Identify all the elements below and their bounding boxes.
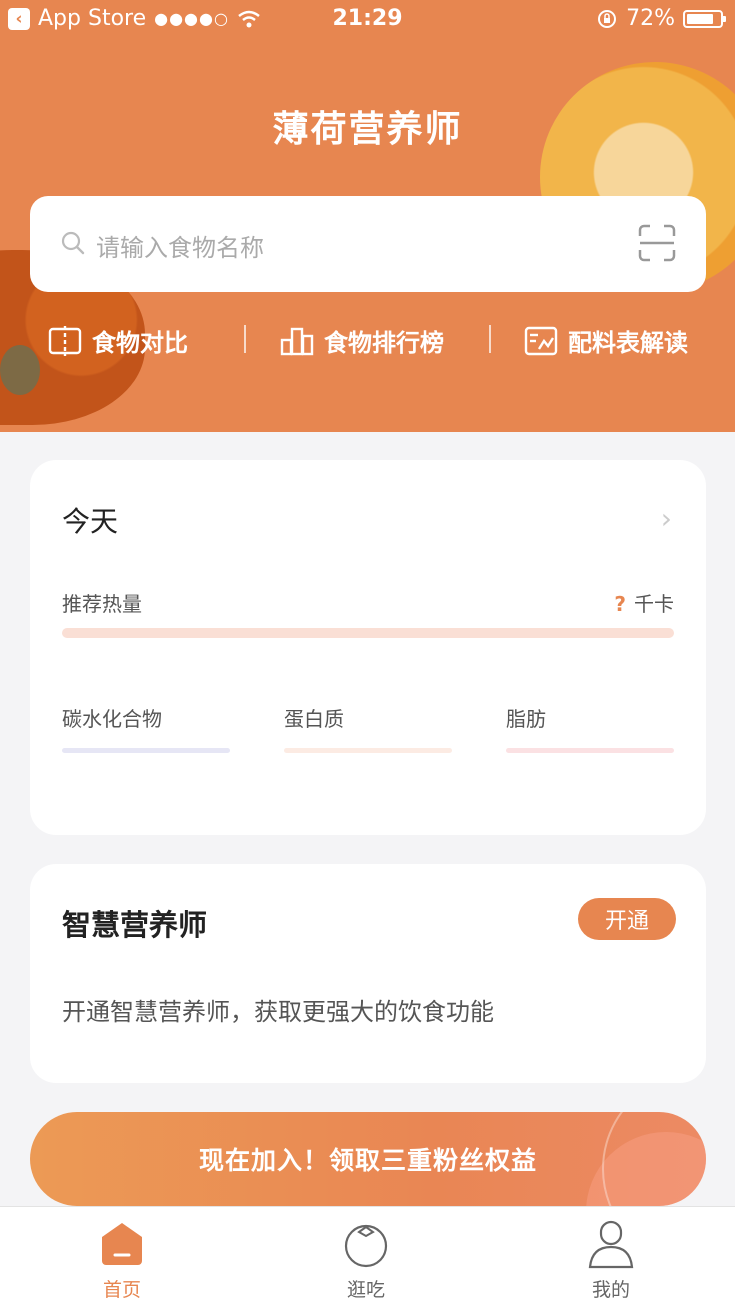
hero-header: ‹ App Store ●●●●○ 21:29 72% 薄荷营养师 请输入食物名… (0, 0, 735, 432)
quick-link-ingredient-reading[interactable]: 配料表解读 (524, 323, 688, 358)
quick-link-label: 配料表解读 (568, 329, 688, 357)
recommended-calories-value: ? 千卡 (614, 588, 674, 617)
tab-bar: 首页 逛吃 我的 (0, 1206, 735, 1303)
compare-icon (48, 325, 82, 356)
calories-unit: 千卡 (634, 592, 674, 616)
quick-link-food-ranking[interactable]: 食物排行榜 (280, 323, 444, 358)
battery-percent: 72% (626, 6, 675, 31)
macro-label: 蛋白质 (284, 707, 344, 731)
search-icon (61, 231, 85, 255)
macro-label: 碳水化合物 (62, 707, 162, 731)
rotation-lock-icon (598, 9, 617, 28)
activate-button[interactable]: 开通 (578, 898, 676, 940)
home-icon (102, 1223, 142, 1265)
tab-home[interactable]: 首页 (47, 1215, 197, 1302)
page-title: 薄荷营养师 (272, 109, 463, 150)
smart-title: 智慧营养师 (62, 908, 208, 942)
profile-icon (588, 1220, 634, 1269)
divider (489, 325, 491, 353)
divider (244, 325, 246, 353)
recommended-calories-label: 推荐热量 (62, 592, 142, 616)
status-bar: ‹ App Store ●●●●○ 21:29 72% (0, 0, 735, 40)
quick-link-label: 食物对比 (92, 329, 188, 357)
today-title: 今天 (62, 505, 119, 538)
today-card[interactable]: 今天 › 推荐热量 ? 千卡 碳水化合物 蛋白质 脂肪 (30, 460, 706, 835)
quick-link-food-compare[interactable]: 食物对比 (48, 323, 188, 358)
smart-description: 开通智慧营养师，获取更强大的饮食功能 (62, 998, 494, 1026)
search-placeholder: 请输入食物名称 (96, 234, 264, 262)
join-banner-text: 现在加入！领取三重粉丝权益 (198, 1146, 537, 1175)
macro-carbs: 碳水化合物 (62, 703, 230, 753)
tab-explore[interactable]: 逛吃 (291, 1215, 441, 1302)
macro-protein: 蛋白质 (284, 703, 452, 753)
smart-nutritionist-card: 智慧营养师 开通 开通智慧营养师，获取更强大的饮食功能 (30, 864, 706, 1083)
ranking-icon (280, 327, 314, 355)
calories-progress-bar (62, 628, 674, 638)
chevron-right-icon[interactable]: › (661, 502, 672, 535)
search-input[interactable]: 请输入食物名称 (30, 196, 706, 292)
macro-bar (284, 748, 452, 753)
battery-icon (683, 9, 726, 28)
quick-links: 食物对比 食物排行榜 配料表解读 (0, 315, 735, 365)
scan-icon[interactable] (638, 224, 676, 262)
join-banner[interactable]: 现在加入！领取三重粉丝权益 (30, 1112, 706, 1206)
tab-label: 我的 (591, 1279, 630, 1301)
macro-label: 脂肪 (506, 707, 546, 731)
explore-icon (344, 1224, 388, 1268)
tab-label: 首页 (102, 1279, 141, 1301)
macro-bar (62, 748, 230, 753)
macro-bar (506, 748, 674, 753)
calories-unknown: ? (614, 592, 626, 616)
tab-profile[interactable]: 我的 (536, 1215, 686, 1302)
quick-link-label: 食物排行榜 (324, 329, 444, 357)
macro-fat: 脂肪 (506, 703, 674, 753)
ingredient-icon (524, 326, 558, 355)
tab-label: 逛吃 (346, 1279, 385, 1301)
